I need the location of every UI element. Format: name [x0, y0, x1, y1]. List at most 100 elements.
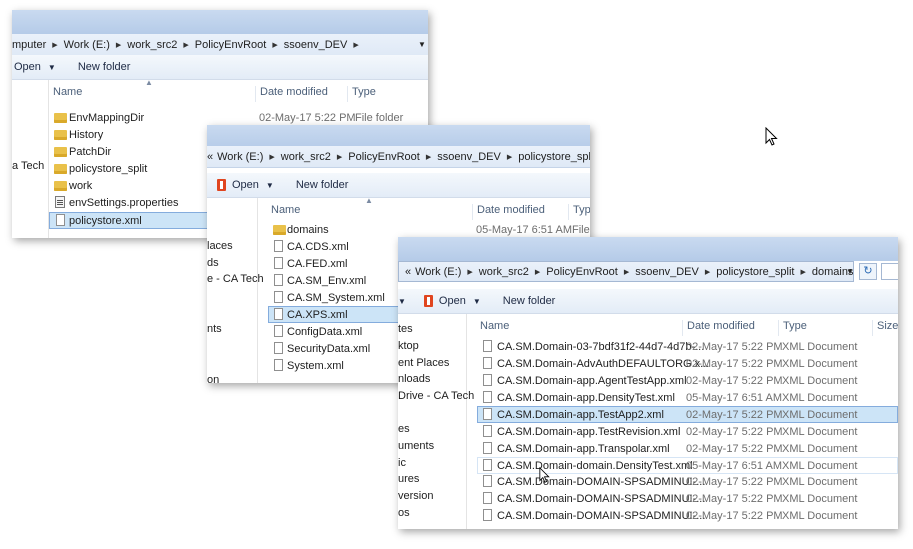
nav-item[interactable]: on — [207, 374, 219, 383]
file-row[interactable]: CA.SM.Domain-app.AgentTestApp.xml 02-May… — [467, 373, 898, 390]
breadcrumb-chevron-icon[interactable]: ▶ — [507, 153, 512, 161]
breadcrumb-chevron-icon[interactable]: ▶ — [705, 268, 710, 276]
address-dropdown-icon[interactable]: ▼ — [418, 40, 426, 49]
nav-item[interactable]: es — [398, 423, 410, 435]
file-row[interactable]: CA.SM.Domain-DOMAIN-SPSADMINUI-... 02-Ma… — [467, 474, 898, 491]
nav-item[interactable]: ic — [398, 457, 406, 469]
file-name: CA.SM.Domain-app.TestApp2.xml — [497, 409, 664, 421]
open-dropdown-icon[interactable]: ▼ — [48, 63, 56, 72]
nav-item[interactable]: ent Places — [398, 357, 449, 369]
breadcrumb-item[interactable]: policystore_split — [518, 151, 590, 163]
breadcrumb-chevron-icon[interactable]: ▶ — [467, 268, 472, 276]
file-row[interactable]: CA.SM.Domain-AdvAuthDEFAULTORG.x... 02-M… — [467, 356, 898, 373]
address-bar[interactable]: mputer ▶ Work (E:) ▶ work_src2 ▶ PolicyEnvR… — [12, 34, 428, 56]
title-bar[interactable] — [398, 237, 898, 261]
breadcrumb-chevron-icon[interactable]: ▶ — [52, 41, 57, 49]
file-row[interactable]: CA.SM.Domain-app.Transpolar.xml 02-May-1… — [467, 441, 898, 458]
file-name: ConfigData.xml — [287, 326, 363, 338]
address-bar[interactable]: « Work (E:) ▶ work_src2 ▶ PolicyEnvRoot ▶ s… — [207, 146, 590, 168]
open-button[interactable]: Open ▼ — [14, 61, 56, 73]
column-header-size[interactable]: Size — [872, 320, 898, 336]
nav-item[interactable]: a Tech — [12, 160, 44, 172]
column-header-name[interactable]: Name — [267, 204, 300, 220]
breadcrumb-item[interactable]: PolicyEnvRoot — [195, 39, 267, 51]
breadcrumb-item[interactable]: ssoenv_DEV — [284, 39, 348, 51]
breadcrumb-chevron-icon[interactable]: ▶ — [353, 41, 358, 49]
column-header-type[interactable]: Type — [347, 86, 376, 102]
nav-item[interactable]: uments — [398, 440, 434, 452]
breadcrumb-item[interactable]: work_src2 — [281, 151, 331, 163]
open-dropdown-icon[interactable]: ▼ — [398, 297, 406, 306]
new-folder-button[interactable]: New folder — [296, 179, 349, 191]
file-row[interactable]: CA.SM.Domain-03-7bdf31f2-44d7-4d7b-... 0… — [467, 339, 898, 356]
search-input[interactable] — [881, 263, 898, 280]
breadcrumb-chevron-icon[interactable]: ▶ — [624, 268, 629, 276]
breadcrumb-item[interactable]: PolicyEnvRoot — [348, 151, 420, 163]
document-icon — [274, 359, 283, 371]
column-header-name[interactable]: Name — [476, 320, 509, 336]
nav-item[interactable]: version — [398, 490, 433, 502]
open-dropdown-icon[interactable]: ▼ — [266, 181, 274, 190]
column-header-date[interactable]: Date modified — [255, 86, 328, 102]
new-folder-button[interactable]: New folder — [503, 295, 556, 307]
breadcrumb-item[interactable]: mputer — [12, 39, 46, 51]
file-row[interactable]: CA.SM.Domain-DOMAIN-SPSADMINUI-... 02-Ma… — [467, 491, 898, 508]
nav-item[interactable]: Drive - CA Tech — [398, 390, 474, 402]
folder-icon — [54, 113, 67, 123]
file-type: XML Document — [782, 392, 858, 404]
nav-item[interactable]: e - CA Tech — [207, 273, 264, 285]
breadcrumb-chevron-icon[interactable]: ▶ — [800, 268, 805, 276]
nav-item[interactable]: nts — [207, 323, 222, 335]
breadcrumb-chevron-icon[interactable]: ▶ — [269, 153, 274, 161]
breadcrumb-item[interactable]: Work (E:) — [415, 266, 461, 278]
breadcrumb-item[interactable]: PolicyEnvRoot — [546, 266, 618, 278]
file-row[interactable]: CA.SM.Domain-app.TestRevision.xml 02-May… — [467, 424, 898, 441]
open-button[interactable]: Open ▼ — [423, 295, 481, 307]
document-icon — [483, 475, 492, 487]
nav-item[interactable]: tes — [398, 323, 413, 335]
file-row[interactable]: CA.SM.Domain-app.DensityTest.xml 05-May-… — [467, 390, 898, 407]
breadcrumb-item[interactable]: policystore_split — [716, 266, 794, 278]
nav-item[interactable]: os — [398, 507, 410, 519]
breadcrumb-chevron-icon[interactable]: ▶ — [116, 41, 121, 49]
breadcrumb-item[interactable]: ssoenv_DEV — [437, 151, 501, 163]
nav-item[interactable]: laces — [207, 240, 233, 252]
refresh-icon[interactable]: ↻ — [859, 263, 877, 280]
file-row[interactable]: CA.SM.Domain-DOMAIN-SPSADMINUI-... 02-Ma… — [467, 508, 898, 525]
column-header-date[interactable]: Date modified — [682, 320, 755, 336]
title-bar[interactable] — [12, 10, 428, 34]
nav-item[interactable]: ktop — [398, 340, 419, 352]
open-button[interactable]: Open ▼ — [217, 179, 274, 191]
file-row-selected[interactable]: policystore.xml — [49, 212, 209, 229]
address-overflow-icon[interactable]: « — [207, 151, 213, 163]
file-name: CA.SM_System.xml — [287, 292, 385, 304]
breadcrumb-chevron-icon[interactable]: ▶ — [272, 41, 277, 49]
open-dropdown-icon[interactable]: ▼ — [473, 297, 481, 306]
column-header-date[interactable]: Date modified — [472, 204, 545, 220]
column-header-type[interactable]: Type — [568, 204, 590, 220]
breadcrumb-item[interactable]: Work (E:) — [64, 39, 110, 51]
breadcrumb-chevron-icon[interactable]: ▶ — [426, 153, 431, 161]
document-icon — [274, 308, 283, 320]
file-row-selected[interactable]: CA.SM.Domain-app.TestApp2.xml 02-May-17 … — [477, 406, 898, 423]
new-folder-button[interactable]: New folder — [78, 61, 131, 73]
breadcrumb-item[interactable]: work_src2 — [479, 266, 529, 278]
breadcrumb-chevron-icon[interactable]: ▶ — [183, 41, 188, 49]
file-type: File f — [572, 224, 590, 236]
address-overflow-icon[interactable]: « — [405, 266, 411, 278]
nav-item[interactable]: ures — [398, 473, 419, 485]
address-dropdown-icon[interactable]: ▼ — [846, 267, 854, 276]
breadcrumb-item[interactable]: ssoenv_DEV — [635, 266, 699, 278]
file-row-selected[interactable]: CA.XPS.xml — [268, 306, 403, 323]
breadcrumb-item[interactable]: work_src2 — [127, 39, 177, 51]
column-header-name[interactable]: Name — [49, 86, 82, 102]
document-icon — [483, 408, 492, 420]
file-name: CA.SM.Domain-DOMAIN-SPSADMINUI-... — [497, 476, 706, 488]
breadcrumb-chevron-icon[interactable]: ▶ — [535, 268, 540, 276]
nav-item[interactable]: ds — [207, 257, 219, 269]
breadcrumb-chevron-icon[interactable]: ▶ — [337, 153, 342, 161]
breadcrumb-item[interactable]: Work (E:) — [217, 151, 263, 163]
address-bar[interactable]: « Work (E:) ▶ work_src2 ▶ PolicyEnvRoot ▶ s… — [398, 261, 854, 282]
nav-item[interactable]: nloads — [398, 373, 430, 385]
column-header-type[interactable]: Type — [778, 320, 807, 336]
